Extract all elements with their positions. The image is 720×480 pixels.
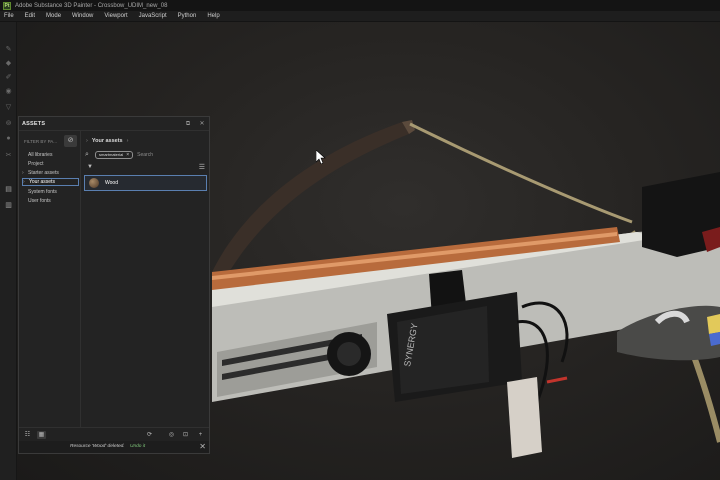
menu-python[interactable]: Python (178, 13, 197, 19)
library-label: System fonts (28, 189, 57, 195)
list-view-icon[interactable]: ☰ (199, 163, 205, 171)
mouse-cursor-icon (316, 150, 326, 164)
menu-viewport[interactable]: Viewport (104, 13, 127, 19)
undo-link[interactable]: Undo it (130, 444, 145, 449)
status-message: Resource 'Wood' deleted. (70, 444, 125, 449)
search-icon: ⌕ (85, 151, 89, 158)
eraser-icon[interactable]: ◆ (4, 58, 13, 67)
search-bar: ⌕ smartmaterial × (85, 150, 207, 160)
hide-filter-icon[interactable]: ⊘ (64, 135, 77, 147)
smudge-icon[interactable]: ▽ (4, 102, 13, 111)
assets-panel-title: ASSETS (22, 120, 46, 127)
library-your-assets[interactable]: › Your assets (22, 178, 79, 186)
menu-edit[interactable]: Edit (25, 13, 35, 19)
chevron-right-icon[interactable]: › (127, 138, 129, 144)
refresh-icon[interactable]: ⟳ (145, 431, 154, 439)
paint-brush-icon[interactable]: ✎ (4, 44, 13, 53)
title-bar: Pt Adobe Substance 3D Painter - Crossbow… (0, 0, 720, 11)
search-filter-chip[interactable]: smartmaterial × (95, 151, 134, 159)
status-bar: Resource 'Wood' deleted. Undo it ✕ (19, 441, 209, 453)
projection-icon[interactable]: ✐ (4, 72, 13, 81)
library-starter-assets[interactable]: › Starter assets (22, 169, 79, 177)
menu-mode[interactable]: Mode (46, 13, 61, 19)
library-label: Starter assets (28, 170, 59, 176)
document-icon[interactable]: ▥ (4, 200, 13, 209)
library-label: Project (28, 161, 44, 167)
asset-item-wood[interactable]: Wood (84, 175, 207, 191)
library-all-libraries[interactable]: All libraries (22, 151, 79, 159)
asset-name: Wood (105, 180, 118, 186)
library-label: Your assets (29, 179, 55, 185)
menu-window[interactable]: Window (72, 13, 93, 19)
polygon-fill-icon[interactable]: ◉ (4, 86, 13, 95)
color-picker-icon[interactable]: ● (4, 134, 13, 143)
grid-view-icon[interactable]: ▦ (37, 431, 46, 439)
funnel-icon[interactable]: ▼ (87, 164, 93, 170)
menu-javascript[interactable]: JavaScript (139, 13, 167, 19)
measure-icon[interactable]: ✂ (4, 150, 13, 159)
tool-bar: ✎ ◆ ✐ ◉ ▽ ⊚ ● ✂ ▤ ▥ (0, 22, 17, 480)
float-panel-icon[interactable]: ⧉ (184, 120, 192, 128)
library-project[interactable]: Project (22, 160, 79, 168)
chevron-right-icon[interactable]: › (22, 169, 24, 177)
library-view-icon[interactable]: ☷ (23, 431, 32, 439)
menu-bar: File Edit Mode Window Viewport JavaScrip… (0, 11, 720, 22)
assets-panel: ASSETS ⧉ ✕ FILTER BY PA... ⊘ All librari… (18, 116, 210, 454)
library-filter-column: FILTER BY PA... ⊘ All libraries Project … (19, 131, 81, 427)
assets-panel-footer: ☷ ▦ ⟳ ◎ ⊡ + (19, 427, 209, 441)
asset-browser: › Your assets › ⌕ smartmaterial × ▼ ☰ Wood (82, 131, 209, 427)
settings-icon[interactable]: ◎ (167, 431, 176, 439)
filter-by-path-label: FILTER BY PA... (24, 139, 58, 144)
chevron-right-icon[interactable]: › (23, 179, 25, 185)
chevron-right-icon[interactable]: › (86, 138, 88, 144)
menu-file[interactable]: File (4, 13, 14, 19)
add-icon[interactable]: + (196, 431, 205, 439)
assets-panel-header: ASSETS ⧉ ✕ (19, 117, 209, 131)
breadcrumb: › Your assets › (86, 138, 128, 144)
close-icon[interactable]: ✕ (199, 442, 206, 451)
library-label: User fonts (28, 198, 51, 204)
close-icon[interactable]: ✕ (198, 120, 206, 128)
menu-help[interactable]: Help (207, 13, 219, 19)
app-logo-icon: Pt (3, 1, 11, 10)
library-system-fonts[interactable]: System fonts (22, 188, 79, 196)
breadcrumb-your-assets[interactable]: Your assets (92, 138, 123, 144)
assets-icon[interactable]: ▤ (4, 184, 13, 193)
search-filter-chip-label: smartmaterial (99, 152, 124, 157)
bow-string (409, 122, 633, 224)
library-label: All libraries (28, 152, 53, 158)
import-icon[interactable]: ⊡ (181, 431, 190, 439)
asset-filter-row: ▼ ☰ (85, 163, 207, 172)
clone-icon[interactable]: ⊚ (4, 118, 13, 127)
search-input[interactable] (137, 152, 188, 158)
window-title: Adobe Substance 3D Painter - Crossbow_UD… (15, 2, 168, 9)
remove-chip-icon[interactable]: × (126, 152, 129, 158)
asset-thumbnail (89, 178, 99, 188)
library-user-fonts[interactable]: User fonts (22, 197, 79, 205)
